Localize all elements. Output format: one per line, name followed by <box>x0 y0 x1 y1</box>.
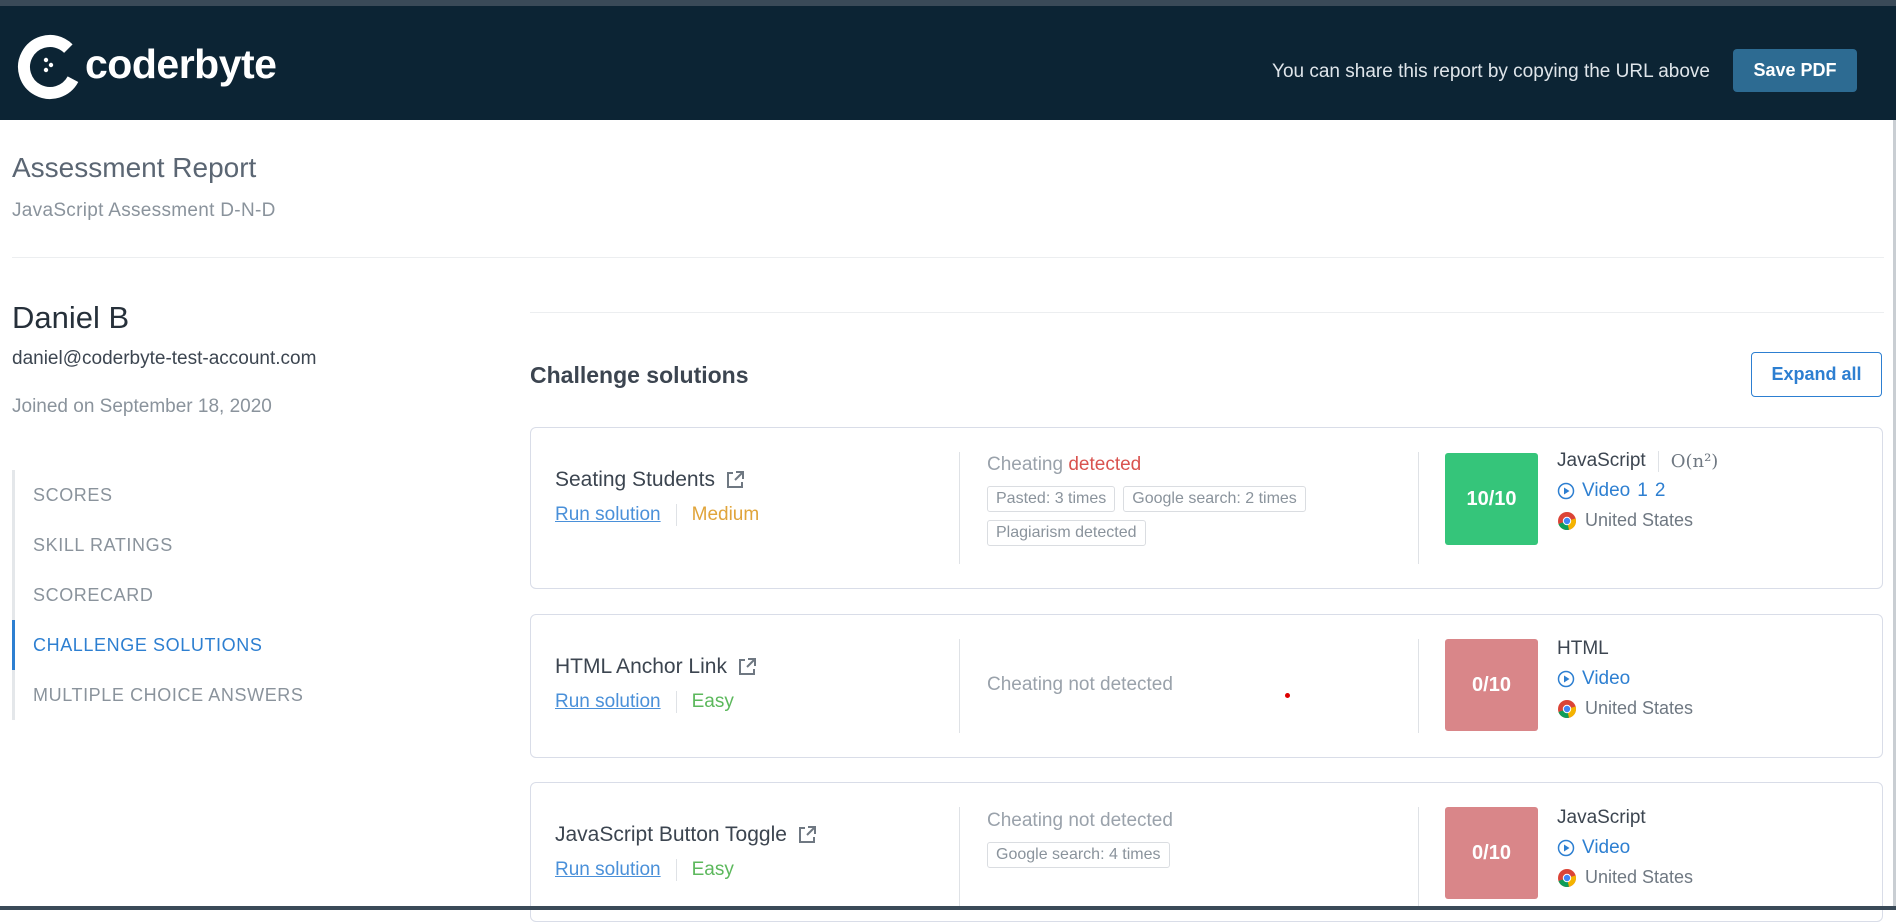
cheating-tag: Google search: 4 times <box>987 842 1170 868</box>
divider <box>1418 807 1419 907</box>
cheating-label: Cheating not detected <box>987 810 1173 831</box>
language-label: HTML <box>1557 638 1609 659</box>
separator <box>675 691 677 713</box>
brand-name: coderbyte <box>85 40 277 87</box>
challenge-card: Seating Students Run solution Medium Che… <box>530 427 1883 589</box>
cursor-marker <box>1285 693 1290 698</box>
cheating-info: Cheating not detected <box>987 674 1173 696</box>
nav-item-multiple-choice-answers[interactable]: MULTIPLE CHOICE ANSWERS <box>12 670 352 720</box>
cheating-status: detected <box>1068 454 1142 475</box>
play-circle-icon <box>1557 670 1575 688</box>
nav-item-challenge-solutions[interactable]: CHALLENGE SOLUTIONS <box>12 620 352 670</box>
challenge-name: JavaScript Button Toggle <box>555 823 787 846</box>
external-link-icon[interactable] <box>725 470 745 490</box>
candidate-country: United States <box>1585 510 1694 530</box>
divider <box>959 807 960 907</box>
cheating-tag: Pasted: 3 times <box>987 486 1116 512</box>
video-link[interactable]: Video <box>1582 480 1630 502</box>
video-link-2[interactable]: 2 <box>1655 480 1666 502</box>
challenge-name: HTML Anchor Link <box>555 655 727 678</box>
cheating-label: Cheating <box>987 454 1064 475</box>
time-complexity: O(n²) <box>1657 450 1718 472</box>
solution-meta: HTML Video United States <box>1557 638 1693 719</box>
video-link[interactable]: Video <box>1582 837 1630 859</box>
challenge-actions: Run solution Easy <box>555 859 734 881</box>
score-badge: 0/10 <box>1445 639 1538 731</box>
report-section-nav: SCORES SKILL RATINGS SCORECARD CHALLENGE… <box>12 470 352 720</box>
candidate-country: United States <box>1585 698 1694 718</box>
cheating-label: Cheating not detected <box>987 674 1173 695</box>
app-header: coderbyte You can share this report by c… <box>0 6 1896 120</box>
challenge-title: JavaScript Button Toggle <box>555 823 817 847</box>
difficulty-label: Medium <box>691 504 760 525</box>
chrome-browser-icon <box>1558 868 1576 887</box>
divider <box>959 452 960 564</box>
candidate-joined-date: Joined on September 18, 2020 <box>12 396 272 417</box>
language-label: JavaScript <box>1557 807 1646 828</box>
challenge-title: Seating Students <box>555 468 745 492</box>
divider <box>530 312 1884 313</box>
nav-item-scorecard[interactable]: SCORECARD <box>12 570 352 620</box>
challenge-card: JavaScript Button Toggle Run solution Ea… <box>530 782 1883 922</box>
candidate-email: daniel@coderbyte-test-account.com <box>12 348 317 369</box>
solution-meta: JavaScript O(n²) Video 1 2 United States <box>1557 450 1718 531</box>
separator <box>675 504 677 526</box>
play-circle-icon <box>1557 482 1575 500</box>
candidate-country: United States <box>1585 867 1694 887</box>
coderbyte-logo[interactable]: coderbyte <box>17 28 307 106</box>
share-hint: You can share this report by copying the… <box>1272 61 1710 82</box>
challenge-actions: Run solution Medium <box>555 504 759 526</box>
score-badge: 0/10 <box>1445 807 1538 899</box>
page-title: Assessment Report <box>12 152 257 183</box>
cheating-tag: Plagiarism detected <box>987 520 1146 546</box>
divider <box>12 257 1884 258</box>
challenge-title: HTML Anchor Link <box>555 655 757 679</box>
run-solution-link[interactable]: Run solution <box>555 504 661 526</box>
separator <box>675 859 677 881</box>
play-circle-icon <box>1557 839 1575 857</box>
divider <box>959 639 960 733</box>
coderbyte-logo-icon <box>18 35 82 99</box>
cheating-info: Cheating not detected Google search: 4 t… <box>987 810 1367 868</box>
chrome-browser-icon <box>1558 511 1576 530</box>
video-link-1[interactable]: 1 <box>1637 480 1648 502</box>
run-solution-link[interactable]: Run solution <box>555 691 661 713</box>
difficulty-label: Easy <box>691 691 734 712</box>
cheating-tag: Google search: 2 times <box>1123 486 1306 512</box>
assessment-name: JavaScript Assessment D-N-D <box>12 200 276 221</box>
window-bottom-border <box>0 906 1896 910</box>
solution-meta: JavaScript Video United States <box>1557 807 1693 888</box>
chrome-browser-icon <box>1558 699 1576 718</box>
challenge-card: HTML Anchor Link Run solution Easy Cheat… <box>530 614 1883 758</box>
section-title: Challenge solutions <box>530 362 749 388</box>
score-badge: 10/10 <box>1445 453 1538 545</box>
video-link[interactable]: Video <box>1582 668 1630 690</box>
nav-item-skill-ratings[interactable]: SKILL RATINGS <box>12 520 352 570</box>
challenge-name: Seating Students <box>555 468 715 491</box>
divider <box>1418 452 1419 564</box>
external-link-icon[interactable] <box>797 825 817 845</box>
expand-all-button[interactable]: Expand all <box>1751 352 1882 397</box>
external-link-icon[interactable] <box>737 657 757 677</box>
cheating-info: Cheating detected Pasted: 3 times Google… <box>987 454 1367 546</box>
save-pdf-button[interactable]: Save PDF <box>1733 49 1857 92</box>
run-solution-link[interactable]: Run solution <box>555 859 661 881</box>
nav-item-scores[interactable]: SCORES <box>12 470 352 520</box>
candidate-name: Daniel B <box>12 300 130 335</box>
divider <box>1418 639 1419 733</box>
challenge-actions: Run solution Easy <box>555 691 734 713</box>
difficulty-label: Easy <box>691 859 734 880</box>
language-label: JavaScript <box>1557 450 1646 471</box>
